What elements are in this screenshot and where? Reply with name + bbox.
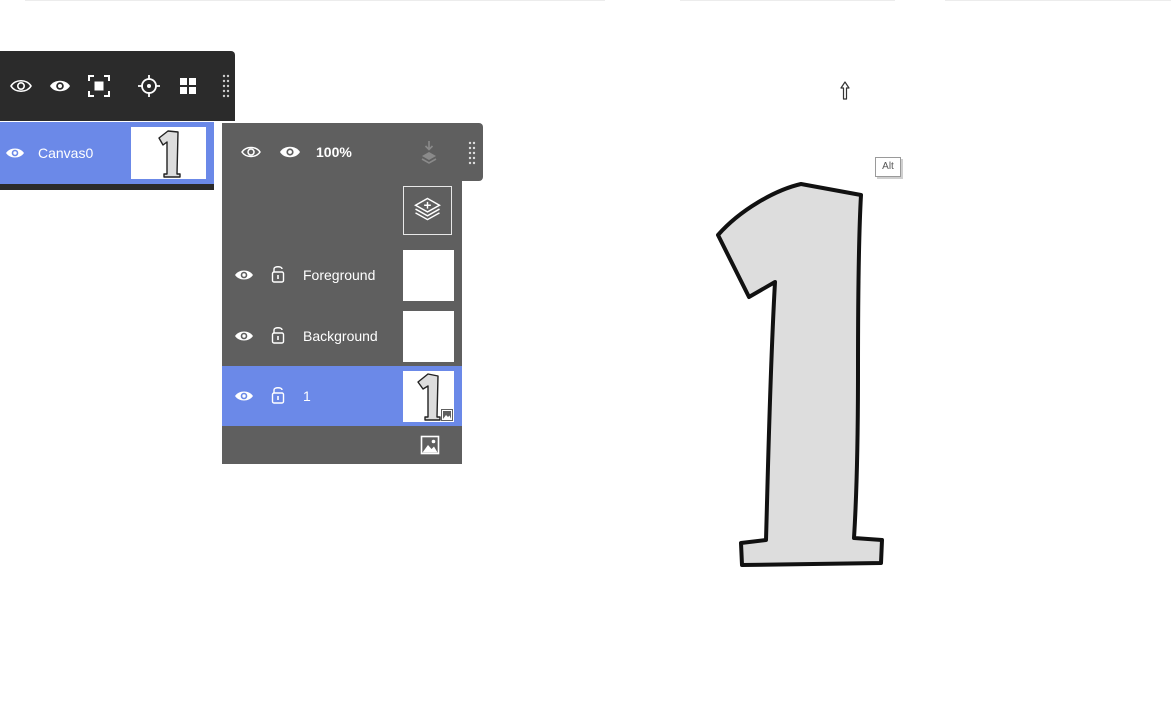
layer-name: 1 — [303, 388, 311, 404]
eye-icon[interactable] — [233, 325, 255, 347]
new-layer-button[interactable] — [403, 186, 452, 235]
add-image-icon[interactable] — [420, 435, 440, 455]
eye-icon[interactable] — [47, 73, 73, 99]
canvas-row[interactable]: Canvas0 — [0, 122, 214, 184]
layer-name: Background — [303, 328, 378, 344]
layer-row-1[interactable]: 1 — [222, 366, 462, 426]
eye-outline-icon[interactable] — [239, 140, 263, 164]
layer-name: Foreground — [303, 267, 376, 283]
merge-down-icon[interactable] — [418, 139, 440, 165]
unlock-icon[interactable] — [270, 324, 286, 346]
eye-icon[interactable] — [233, 264, 255, 286]
eye-outline-icon[interactable] — [8, 73, 34, 99]
canvas-name: Canvas0 — [38, 145, 94, 161]
unlock-icon[interactable] — [270, 263, 286, 285]
layer-row-background[interactable]: Background — [222, 306, 462, 366]
eye-icon[interactable] — [233, 385, 255, 407]
digit-one-drawing[interactable] — [700, 170, 900, 580]
unlock-icon[interactable] — [270, 384, 286, 406]
canvas-toolbar — [0, 51, 235, 121]
top-divider — [0, 0, 1171, 2]
canvas-row-divider — [0, 184, 214, 190]
layer-row-foreground[interactable]: Foreground — [222, 245, 462, 305]
crosshair-icon[interactable] — [136, 73, 162, 99]
drag-handle-icon[interactable] — [222, 73, 230, 99]
drag-handle-icon[interactable] — [468, 140, 476, 166]
eye-icon[interactable] — [4, 142, 26, 164]
focus-frame-icon[interactable] — [86, 73, 112, 99]
layer-thumbnail — [403, 250, 454, 301]
layer-thumbnail — [403, 371, 454, 422]
canvas-thumbnail — [131, 127, 206, 179]
layer-thumbnail — [403, 311, 454, 362]
layer-panel-header: 100% — [222, 123, 483, 181]
opacity-value[interactable]: 100% — [316, 144, 352, 160]
cursor-arrow-icon — [838, 80, 852, 102]
grid-icon[interactable] — [175, 73, 201, 99]
eye-icon[interactable] — [278, 140, 302, 164]
